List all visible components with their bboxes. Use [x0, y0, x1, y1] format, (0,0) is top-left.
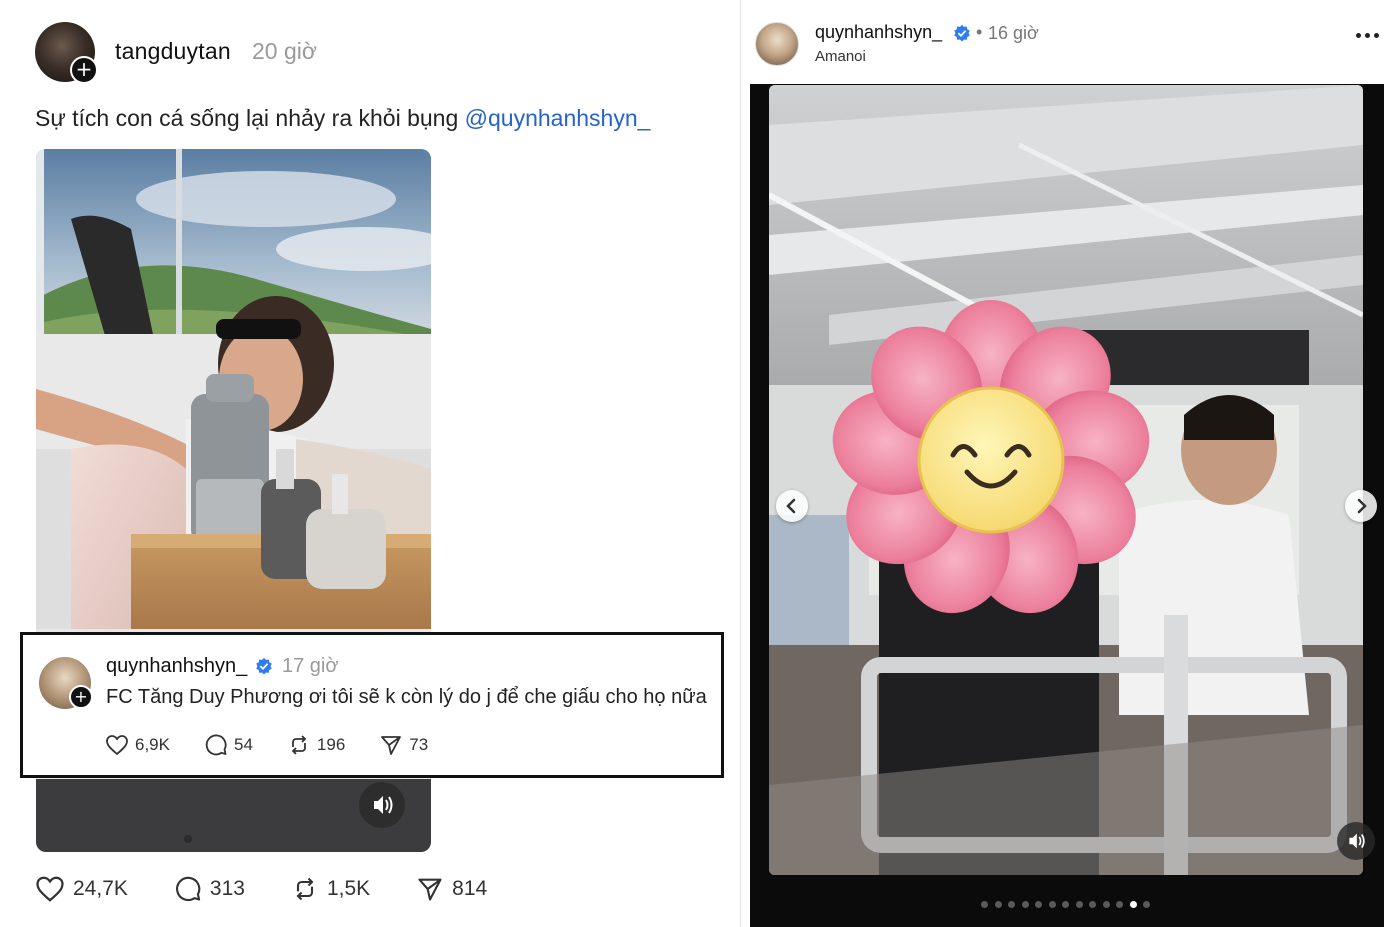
carousel-dot[interactable]: [994, 901, 1002, 908]
separator-dot: •: [976, 22, 983, 42]
carousel-dot[interactable]: [1035, 901, 1042, 908]
follow-plus-icon[interactable]: +: [69, 685, 93, 709]
carousel-dot[interactable]: [1021, 901, 1029, 908]
comment-button[interactable]: 313: [174, 875, 245, 903]
post-actions: 24,7K 313 1,5K 814: [35, 875, 533, 903]
carousel-dot[interactable]: [1143, 901, 1150, 908]
author-username[interactable]: quynhanhshyn_: [815, 22, 942, 43]
like-count: 24,7K: [73, 877, 128, 900]
volume-icon: [374, 796, 393, 814]
carousel-dot[interactable]: [1116, 901, 1123, 908]
author-avatar[interactable]: [755, 22, 799, 66]
post-time: 20 giờ: [252, 38, 317, 64]
post-location[interactable]: Amanoi: [815, 48, 866, 65]
carousel-next-button[interactable]: [1345, 490, 1377, 522]
send-icon: [418, 878, 442, 901]
post-media-frame: [750, 84, 1384, 927]
comment-share-button[interactable]: 73: [379, 733, 428, 757]
post-time: 16 giờ: [988, 23, 1039, 43]
send-icon: [381, 736, 402, 755]
heart-icon: [106, 735, 128, 756]
comment-count: 313: [209, 877, 245, 900]
follow-plus-icon[interactable]: +: [70, 56, 98, 84]
comment-time: 17 giờ: [282, 655, 339, 677]
volume-icon: [1349, 833, 1365, 849]
carousel-dot[interactable]: [1048, 901, 1056, 908]
carousel-dot[interactable]: [1062, 901, 1069, 908]
carousel-indicator: [981, 901, 1157, 908]
comment-icon: [205, 734, 227, 756]
right-post: quynhanhshyn_ • 16 giờ Amanoi: [741, 0, 1390, 927]
carousel-dot[interactable]: [1008, 901, 1015, 908]
heart-icon: [36, 876, 64, 902]
left-sound-button[interactable]: [359, 782, 405, 828]
comment-like-button[interactable]: 6,9K: [105, 734, 170, 756]
verified-badge-icon: [954, 24, 970, 42]
repost-icon: [296, 877, 314, 901]
commenter-username[interactable]: quynhanhshyn_: [106, 655, 247, 678]
carousel-dot[interactable]: [1102, 901, 1110, 908]
comment-like-count: 6,9K: [135, 735, 170, 754]
comment-text: FC Tăng Duy Phương ơi tôi sẽ k còn lý do…: [106, 686, 707, 708]
post-caption: Sự tích con cá sống lại nhảy ra khỏi bụn…: [35, 105, 650, 132]
comment-repost-count: 196: [316, 735, 346, 754]
left-post: + tangduytan 20 giờ Sự tích con cá sống …: [0, 0, 740, 927]
chevron-right-icon: [1357, 498, 1367, 514]
post-photo[interactable]: [769, 85, 1363, 875]
more-options-icon[interactable]: [1356, 30, 1382, 40]
mention-link[interactable]: @quynhanhshyn_: [465, 105, 651, 131]
like-button[interactable]: 24,7K: [35, 875, 128, 903]
comment-icon: [175, 876, 201, 901]
right-sound-button[interactable]: [1337, 822, 1375, 860]
verified-badge-icon: [256, 657, 272, 675]
carousel-dot[interactable]: [1089, 901, 1096, 908]
boat-photo: [769, 85, 1363, 875]
carousel-dot[interactable]: [1129, 901, 1137, 908]
carousel-dot[interactable]: [981, 901, 988, 908]
comment-repost-button[interactable]: 196: [287, 733, 345, 757]
carousel-dot[interactable]: [1075, 901, 1083, 908]
comment-actions: 6,9K 54 196 73: [105, 733, 462, 757]
comment-reply-count: 54: [233, 735, 253, 754]
repost-count: 1,5K: [326, 877, 371, 900]
caption-text: Sự tích con cá sống lại nhảy ra khỏi bụn…: [35, 105, 465, 131]
share-button[interactable]: 814: [416, 875, 487, 903]
repost-button[interactable]: 1,5K: [291, 875, 370, 903]
comment-share-count: 73: [409, 735, 429, 754]
repost-icon: [291, 735, 307, 755]
chevron-left-icon: [786, 498, 796, 514]
author-username[interactable]: tangduytan: [115, 38, 231, 65]
highlighted-comment: + quynhanhshyn_ 17 giờ FC Tăng Duy Phươn…: [20, 632, 724, 778]
carousel-prev-button[interactable]: [776, 490, 808, 522]
share-count: 814: [452, 877, 488, 900]
comment-reply-button[interactable]: 54: [204, 733, 253, 757]
